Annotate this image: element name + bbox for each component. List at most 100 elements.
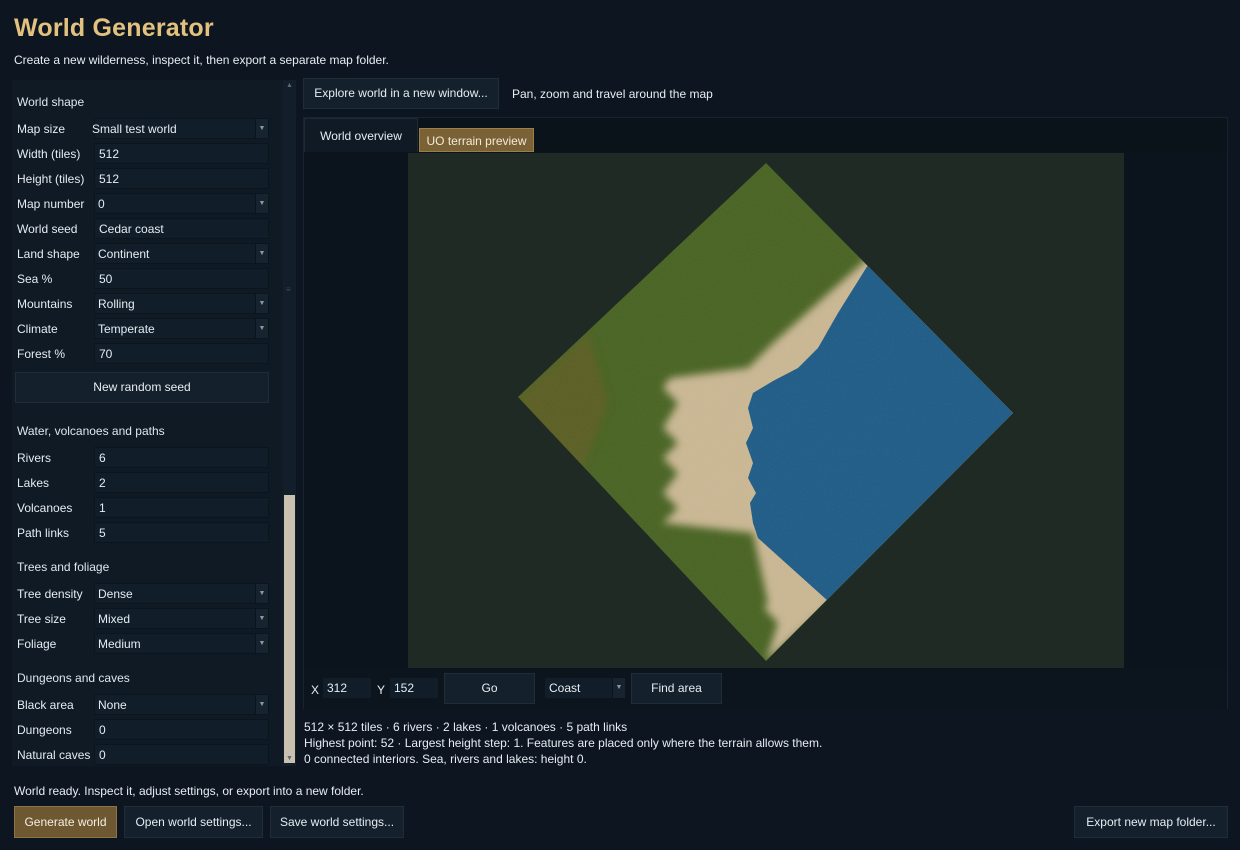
chevron-down-icon: ▼	[612, 678, 625, 698]
width-field[interactable]: 512	[94, 143, 269, 164]
tree-size-value: Mixed	[98, 612, 131, 626]
forest-label: Forest %	[17, 347, 66, 361]
chevron-down-icon: ▼	[255, 244, 268, 263]
find-area-button[interactable]: Find area	[631, 673, 722, 704]
path-links-field[interactable]: 5	[94, 522, 269, 543]
scrollbar-thumb[interactable]	[284, 495, 295, 763]
mountains-label: Mountains	[17, 297, 73, 311]
stats-line: 0 connected interiors. Sea, rivers and l…	[304, 752, 587, 766]
go-button[interactable]: Go	[444, 673, 535, 704]
section-trees: Trees and foliage	[17, 560, 110, 574]
volcanoes-label: Volcanoes	[17, 501, 73, 515]
map-number-select[interactable]: 0 ▼	[94, 193, 269, 214]
map-number-label: Map number	[17, 197, 85, 211]
export-map-folder-button[interactable]: Export new map folder...	[1074, 806, 1228, 838]
y-label: Y	[377, 683, 386, 697]
tab-strip: World overview UO terrain preview	[304, 118, 1227, 152]
chevron-down-icon: ▼	[255, 319, 268, 338]
map-tab-panel: World overview UO terrain preview X 312 …	[303, 117, 1228, 709]
sea-field[interactable]: 50	[94, 268, 269, 289]
world-stats: 512 × 512 tiles · 6 rivers · 2 lakes · 1…	[304, 719, 822, 767]
forest-field[interactable]: 70	[94, 343, 269, 364]
terrain-map[interactable]	[408, 153, 1124, 669]
chevron-down-icon: ▼	[255, 609, 268, 628]
tree-density-label: Tree density	[17, 587, 83, 601]
chevron-down-icon: ▼	[255, 194, 268, 213]
land-shape-label: Land shape	[17, 247, 80, 261]
lakes-label: Lakes	[17, 476, 50, 490]
map-size-select[interactable]: Small test world ▼	[92, 118, 269, 139]
natural-caves-field[interactable]: 0	[94, 744, 269, 765]
chevron-down-icon: ▼	[255, 695, 268, 714]
stats-line: Highest point: 52 · Largest height step:…	[304, 736, 823, 750]
foliage-label: Foliage	[17, 637, 57, 651]
lakes-field[interactable]: 2	[94, 472, 269, 493]
land-shape-value: Continent	[98, 247, 150, 261]
height-label: Height (tiles)	[17, 172, 85, 186]
app-subtitle: Create a new wilderness, inspect it, the…	[14, 53, 389, 67]
new-random-seed-button[interactable]: New random seed	[15, 372, 269, 403]
height-field[interactable]: 512	[94, 168, 269, 189]
dungeons-field[interactable]: 0	[94, 719, 269, 740]
section-water: Water, volcanoes and paths	[17, 424, 165, 438]
explore-hint: Pan, zoom and travel around the map	[512, 87, 713, 101]
rivers-field[interactable]: 6	[94, 447, 269, 468]
climate-label: Climate	[17, 322, 58, 336]
world-seed-label: World seed	[17, 222, 78, 236]
scroll-up-arrow-icon[interactable]: ▲	[286, 82, 293, 89]
map-size-label: Map size	[17, 122, 66, 136]
chevron-down-icon: ▼	[255, 119, 268, 138]
area-select[interactable]: Coast ▼	[544, 677, 626, 699]
stats-line: 512 × 512 tiles · 6 rivers · 2 lakes · 1…	[304, 720, 628, 734]
terrain-texture	[518, 163, 1013, 661]
land-shape-select[interactable]: Continent ▼	[94, 243, 269, 264]
tree-density-select[interactable]: Dense ▼	[94, 583, 269, 604]
path-links-label: Path links	[17, 526, 70, 540]
y-input[interactable]: 152	[389, 677, 439, 699]
terrain-map-image	[518, 163, 1013, 661]
dungeons-label: Dungeons	[17, 723, 72, 737]
map-size-value: Small test world	[92, 122, 177, 136]
scroll-grip-icon: ≡	[286, 285, 291, 294]
x-label: X	[311, 683, 320, 697]
coordinate-bar: X 312 Y 152 Go Coast ▼ Find area	[304, 668, 1227, 709]
chevron-down-icon: ▼	[255, 294, 268, 313]
sea-label: Sea %	[17, 272, 53, 286]
save-world-settings-button[interactable]: Save world settings...	[270, 806, 404, 838]
tree-size-select[interactable]: Mixed ▼	[94, 608, 269, 629]
natural-caves-label: Natural caves	[17, 748, 91, 762]
section-dungeons: Dungeons and caves	[17, 671, 130, 685]
map-number-value: 0	[98, 197, 105, 211]
terrain-diamond	[518, 163, 1013, 661]
settings-panel: World shape Map size Small test world ▼ …	[12, 80, 296, 766]
settings-scrollbar[interactable]: ▲ ≡ ▼	[283, 80, 296, 766]
chevron-down-icon: ▼	[255, 584, 268, 603]
climate-value: Temperate	[98, 322, 155, 336]
tab-uo-terrain-preview[interactable]: UO terrain preview	[419, 128, 534, 152]
scroll-down-arrow-icon[interactable]: ▼	[286, 755, 293, 762]
generate-world-button[interactable]: Generate world	[14, 806, 117, 838]
black-area-value: None	[98, 698, 127, 712]
tree-density-value: Dense	[98, 587, 133, 601]
mountains-value: Rolling	[98, 297, 135, 311]
area-select-value: Coast	[549, 681, 581, 695]
world-seed-field[interactable]: Cedar coast	[94, 218, 269, 239]
tab-world-overview[interactable]: World overview	[304, 118, 418, 152]
x-input[interactable]: 312	[322, 677, 372, 699]
volcanoes-field[interactable]: 1	[94, 497, 269, 518]
chevron-down-icon: ▼	[255, 634, 268, 653]
black-area-select[interactable]: None ▼	[94, 694, 269, 715]
open-world-settings-button[interactable]: Open world settings...	[124, 806, 263, 838]
map-viewport[interactable]	[304, 152, 1227, 669]
mountains-select[interactable]: Rolling ▼	[94, 293, 269, 314]
black-area-label: Black area	[17, 698, 74, 712]
app-title: World Generator	[14, 14, 214, 42]
status-text: World ready. Inspect it, adjust settings…	[14, 784, 364, 798]
foliage-value: Medium	[98, 637, 141, 651]
tree-size-label: Tree size	[17, 612, 66, 626]
width-label: Width (tiles)	[17, 147, 81, 161]
foliage-select[interactable]: Medium ▼	[94, 633, 269, 654]
section-world-shape: World shape	[17, 95, 85, 109]
climate-select[interactable]: Temperate ▼	[94, 318, 269, 339]
explore-world-button[interactable]: Explore world in a new window...	[303, 78, 499, 109]
